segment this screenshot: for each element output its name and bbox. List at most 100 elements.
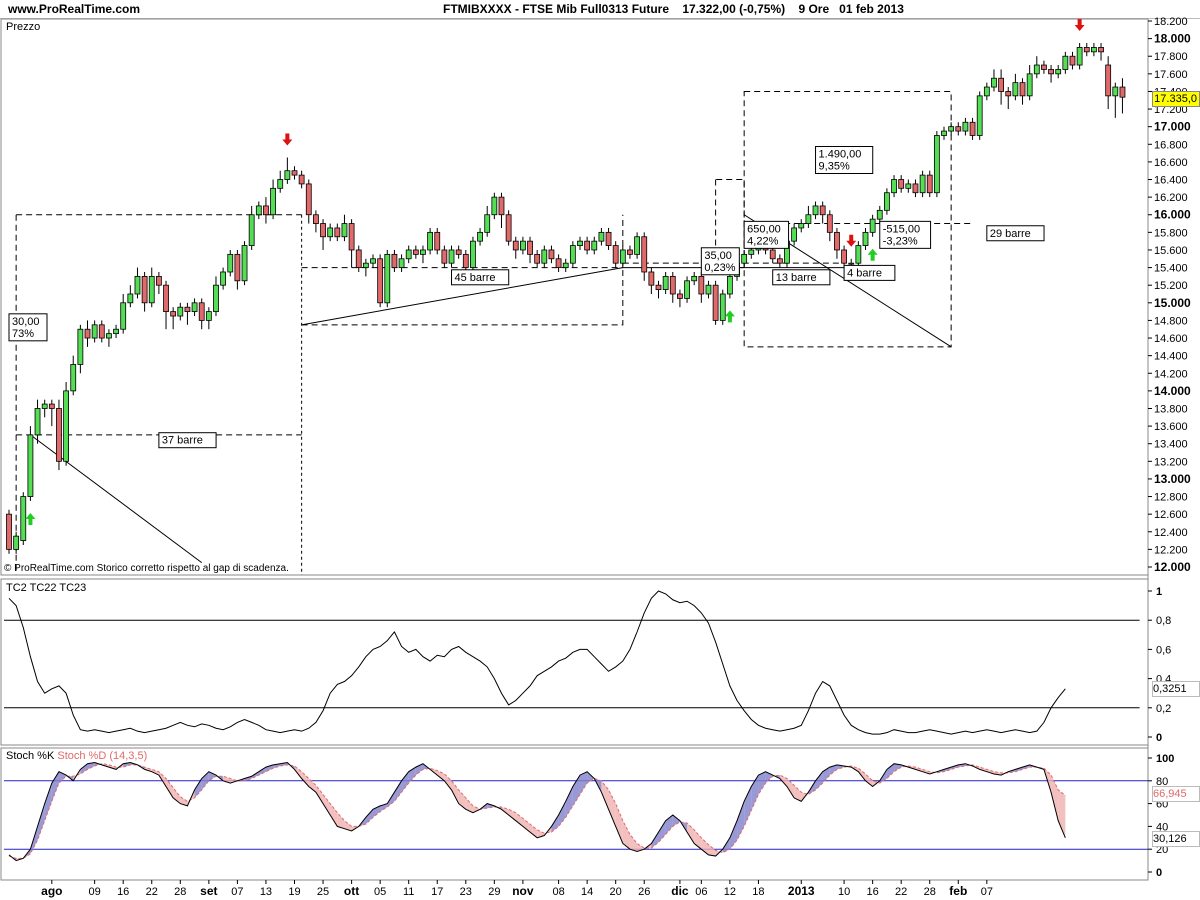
candle-body <box>776 258 783 264</box>
candle-body <box>448 249 455 264</box>
tc-tick-label: 1 <box>1156 586 1162 598</box>
candle-body <box>1119 86 1126 98</box>
x-tick-label: 11 <box>403 886 414 898</box>
x-tick-label: 23 <box>460 886 472 898</box>
price-tick-label: 13.800 <box>1154 403 1188 415</box>
candle-body <box>277 179 284 189</box>
candle-body <box>1033 64 1040 75</box>
candle-body <box>769 249 776 260</box>
candle-body <box>313 214 319 224</box>
candle-body <box>355 249 362 268</box>
candle-body <box>434 231 441 251</box>
x-tick-label: dic <box>671 884 689 898</box>
chart-canvas[interactable]: 12.000 12.200 12.400 12.600 12.800 13.000 13.2… <box>0 0 1200 900</box>
candle-body <box>548 249 555 260</box>
candle-body <box>805 214 812 224</box>
candle-body <box>976 95 983 136</box>
candle-body <box>941 130 947 136</box>
candle-body <box>27 434 34 497</box>
candle-body <box>826 214 833 233</box>
stoch-d-last-label: 66,945 <box>1152 786 1200 802</box>
candle-body <box>205 311 212 321</box>
candle-body <box>362 262 369 268</box>
candle-body <box>320 223 326 238</box>
candle-body <box>441 249 448 264</box>
candle-body <box>305 183 312 216</box>
candle-body <box>498 196 505 216</box>
candle-body <box>512 240 519 251</box>
candle-body <box>77 328 84 365</box>
price-tick-label: 16.400 <box>1154 175 1188 187</box>
x-tick-label: 22 <box>895 886 907 898</box>
candle-body <box>63 390 69 462</box>
price-tick-label: 17.600 <box>1154 69 1188 81</box>
candle-body <box>1090 47 1097 53</box>
x-tick-label: 16 <box>117 886 129 898</box>
stoch-fill-segment <box>672 815 680 827</box>
x-tick-label: 16 <box>867 886 879 898</box>
candle-body <box>1026 73 1033 97</box>
candle-body <box>962 121 969 132</box>
candle-body <box>391 253 398 268</box>
x-tick-label: 2013 <box>788 884 815 898</box>
candle-body <box>462 253 469 268</box>
x-tick-label: 13 <box>260 886 272 898</box>
candle-body <box>13 535 20 550</box>
candle-body <box>384 253 391 304</box>
price-tick-label: 14.200 <box>1154 368 1188 380</box>
candle-body <box>1076 47 1083 66</box>
candle-body <box>569 245 576 264</box>
candle-body <box>1105 64 1112 97</box>
price-tick-label: 15.600 <box>1154 245 1188 257</box>
candle-body <box>905 183 912 189</box>
stoch-fill-segment <box>330 803 338 827</box>
x-tick-label: ago <box>41 884 62 898</box>
x-tick-label: 19 <box>288 886 300 898</box>
candle-body <box>127 293 134 304</box>
candle-body <box>819 205 826 216</box>
candle-body <box>812 205 819 216</box>
x-tick-label: 14 <box>581 886 593 898</box>
annotation-text: 73% <box>12 328 34 340</box>
candle-body <box>113 328 119 335</box>
stoch-fill-segment <box>572 775 580 806</box>
candle-body <box>919 174 926 194</box>
price-tick-label: 15.000 <box>1154 296 1191 310</box>
candle-body <box>841 249 847 264</box>
stoch-k-line <box>8 762 1066 862</box>
x-tick-label: 10 <box>838 886 850 898</box>
candle-body <box>298 174 305 185</box>
candle-body <box>527 240 533 255</box>
candle-body <box>741 253 748 264</box>
candle-body <box>834 231 840 251</box>
price-tick-label: 14.600 <box>1154 333 1188 345</box>
candle-body <box>555 258 562 268</box>
x-tick-label: 09 <box>89 886 101 898</box>
price-tick-label: 12.400 <box>1154 527 1188 539</box>
candle-body <box>1098 47 1104 53</box>
x-tick-label: 28 <box>924 886 936 898</box>
stoch-tick-label: 100 <box>1156 753 1174 765</box>
candle-body <box>491 196 498 216</box>
price-tick-label: 12.800 <box>1154 492 1188 504</box>
candle-body <box>91 324 98 339</box>
candle-body <box>1048 69 1054 75</box>
candle-body <box>1012 82 1019 97</box>
stoch-fill-segment <box>515 812 523 827</box>
candle-body <box>577 240 583 246</box>
stoch-fill-segment <box>744 786 752 827</box>
candle-body <box>334 227 341 238</box>
stoch-fill-segment <box>615 803 623 844</box>
candle-body <box>991 77 997 88</box>
last-price-label: 17.335,0 <box>1152 91 1200 107</box>
tc-series-line <box>8 590 1066 735</box>
x-tick-label: 05 <box>374 886 386 898</box>
candle-body <box>698 275 705 295</box>
candle-body <box>598 231 605 242</box>
price-tick-label: 12.000 <box>1154 560 1191 574</box>
candle-body <box>198 302 205 321</box>
candle-body <box>248 214 255 246</box>
stoch-fill-segment <box>1058 789 1066 838</box>
price-tick-label: 16.200 <box>1154 192 1188 204</box>
candle-body <box>848 262 855 265</box>
